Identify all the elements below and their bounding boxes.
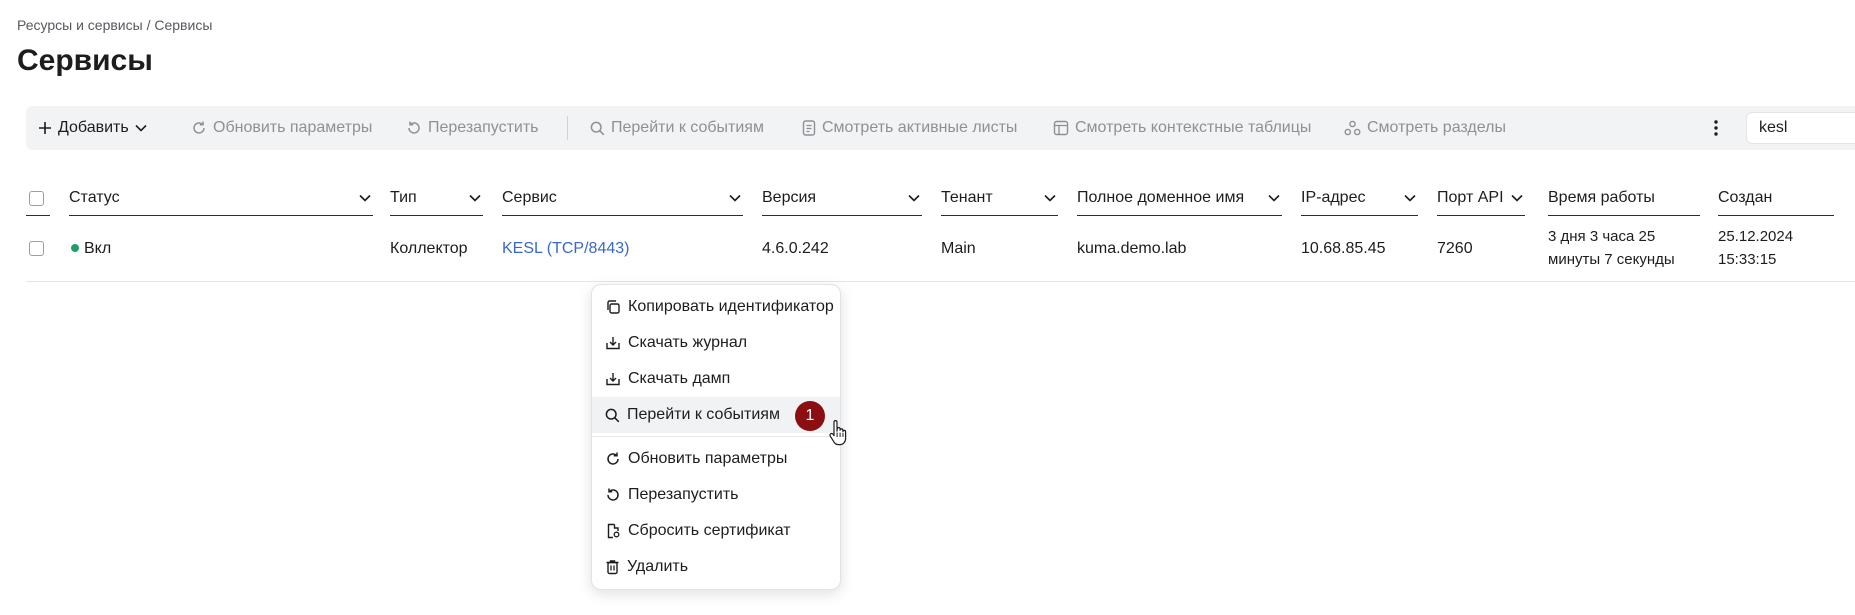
partitions-icon: [1344, 120, 1361, 136]
column-header-created[interactable]: Создан: [1718, 180, 1834, 216]
menu-item-label: Удалить: [627, 558, 689, 575]
menu-item-label: Обновить параметры: [628, 450, 788, 467]
restart-label: Перезапустить: [428, 119, 539, 136]
status-text: Вкл: [84, 240, 112, 257]
column-header-api-port[interactable]: Порт API: [1437, 180, 1525, 216]
toolbar-divider: [567, 116, 568, 140]
refresh-icon: [607, 452, 619, 465]
column-header-uptime[interactable]: Время работы: [1548, 180, 1700, 216]
type-cell: Коллектор: [390, 240, 468, 257]
status-on-indicator: [71, 244, 79, 252]
view-context-tables-button[interactable]: Смотреть контекстные таблицы: [1053, 106, 1311, 150]
table-icon: [1053, 120, 1069, 136]
header-checkbox-cell: [26, 180, 50, 216]
go-to-events-label: Перейти к событиям: [611, 119, 764, 136]
status-cell: Вкл: [71, 240, 111, 258]
search-input[interactable]: [1746, 112, 1855, 144]
menu-divider: [592, 436, 840, 437]
certificate-icon: [607, 523, 620, 539]
uptime-line-1: 3 дня 3 часа 25: [1548, 228, 1656, 245]
created-date: 25.12.2024: [1718, 228, 1794, 245]
created-time: 15:33:15: [1718, 251, 1777, 268]
go-to-events-button[interactable]: Перейти к событиям: [590, 106, 764, 150]
view-active-lists-label: Смотреть активные листы: [822, 119, 1018, 136]
breadcrumb-parent-link[interactable]: Ресурсы и сервисы: [17, 17, 143, 33]
list-icon: [802, 120, 816, 136]
menu-item-restart[interactable]: Перезапустить: [592, 477, 840, 513]
chevron-down-icon: [1511, 194, 1523, 202]
download-icon: [606, 337, 620, 350]
page-title: Сервисы: [17, 44, 153, 77]
view-partitions-button[interactable]: Смотреть разделы: [1344, 106, 1506, 150]
menu-item-update-params[interactable]: Обновить параметры: [592, 441, 840, 477]
restart-icon: [408, 121, 420, 134]
row-divider: [26, 281, 1855, 282]
menu-item-label: Перейти к событиям: [627, 406, 780, 423]
menu-item-label: Сбросить сертификат: [628, 522, 791, 539]
menu-item-reset-certificate[interactable]: Сбросить сертификат: [592, 513, 840, 549]
menu-item-download-dump[interactable]: Скачать дамп: [592, 361, 840, 397]
chevron-down-icon: [1404, 194, 1416, 202]
service-link[interactable]: KESL (TCP/8443): [502, 240, 629, 258]
column-header-ip[interactable]: IP-адрес: [1301, 180, 1418, 216]
breadcrumb-separator: /: [142, 17, 155, 33]
menu-item-download-log[interactable]: Скачать журнал: [592, 325, 840, 361]
breadcrumb-current: Сервисы: [154, 17, 213, 33]
chevron-down-icon: [469, 194, 481, 202]
toolbar: Добавить Обновить параметры Перезапустит…: [26, 106, 1855, 150]
update-params-label: Обновить параметры: [213, 119, 373, 136]
kebab-menu-icon: [1714, 120, 1718, 136]
menu-item-label: Копировать идентификатор: [628, 298, 834, 315]
add-button-label: Добавить: [58, 119, 129, 136]
view-context-tables-label: Смотреть контекстные таблицы: [1075, 119, 1312, 136]
menu-item-label: Перезапустить: [628, 486, 739, 503]
restart-button[interactable]: Перезапустить: [406, 106, 539, 150]
menu-item-label: Скачать журнал: [628, 334, 748, 351]
menu-item-delete[interactable]: Удалить: [592, 549, 840, 585]
column-header-status[interactable]: Статус: [69, 180, 373, 216]
chevron-down-icon: [908, 194, 920, 202]
version-cell: 4.6.0.242: [762, 240, 829, 257]
add-button[interactable]: Добавить: [38, 106, 147, 150]
menu-item-label: Скачать дамп: [628, 370, 731, 387]
chevron-down-icon: [135, 124, 147, 132]
download-icon: [606, 373, 620, 386]
update-params-button[interactable]: Обновить параметры: [191, 106, 372, 150]
column-header-type[interactable]: Тип: [390, 180, 483, 216]
api-port-cell: 7260: [1437, 240, 1473, 257]
chevron-down-icon: [1044, 194, 1056, 202]
fqdn-cell: kuma.demo.lab: [1077, 240, 1187, 257]
step-callout-badge: 1: [795, 401, 825, 431]
column-header-service[interactable]: Сервис: [502, 180, 743, 216]
chevron-down-icon: [729, 194, 741, 202]
context-menu: Копировать идентификатор Скачать журнал …: [591, 284, 841, 590]
chevron-down-icon: [359, 194, 371, 202]
trash-icon: [606, 560, 619, 575]
menu-item-copy-id[interactable]: Копировать идентификатор: [592, 289, 840, 325]
view-partitions-label: Смотреть разделы: [1367, 119, 1506, 136]
select-all-checkbox[interactable]: [29, 191, 44, 206]
view-active-lists-button[interactable]: Смотреть активные листы: [802, 106, 1017, 150]
breadcrumb: Ресурсы и сервисы / Сервисы: [17, 17, 212, 33]
restart-icon: [607, 488, 619, 501]
chevron-down-icon: [1268, 194, 1280, 202]
uptime-line-2: минуты 7 секунды: [1548, 251, 1675, 268]
copy-icon: [607, 300, 620, 314]
column-header-tenant[interactable]: Тенант: [941, 180, 1058, 216]
row-checkbox[interactable]: [29, 241, 44, 256]
column-header-fqdn[interactable]: Полное доменное имя: [1077, 180, 1282, 216]
column-header-version[interactable]: Версия: [762, 180, 922, 216]
search-icon: [605, 408, 620, 422]
ip-cell: 10.68.85.45: [1301, 240, 1386, 257]
refresh-icon: [193, 121, 205, 134]
plus-icon: [39, 122, 51, 134]
hand-cursor-icon: [829, 420, 847, 446]
tenant-cell: Main: [941, 240, 976, 257]
more-actions-button[interactable]: [1707, 116, 1725, 140]
search-icon: [590, 121, 605, 135]
